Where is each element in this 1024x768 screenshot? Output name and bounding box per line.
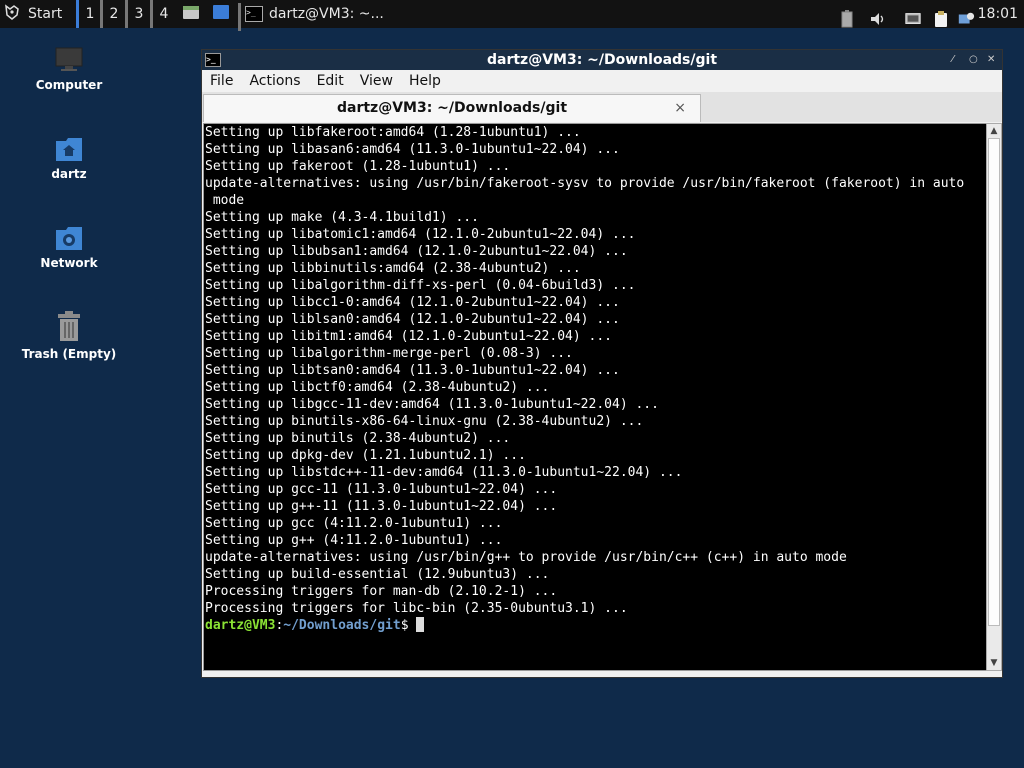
menu-view[interactable]: View: [352, 73, 401, 89]
file-manager-launcher[interactable]: [180, 0, 202, 28]
terminal-line: Setting up libctf0:amd64 (2.38-4ubuntu2)…: [205, 380, 550, 395]
prompt-line: dartz@VM3:~/Downloads/git$: [205, 617, 425, 633]
clock[interactable]: 18:01: [978, 0, 1018, 28]
terminal-line: Setting up libstdc++-11-dev:amd64 (11.3.…: [205, 465, 683, 480]
scroll-up-icon[interactable]: ▲: [987, 124, 1001, 138]
terminal-line: Setting up libatomic1:amd64 (12.1.0-2ubu…: [205, 227, 636, 242]
terminal-line: update-alternatives: using /usr/bin/fake…: [205, 176, 965, 191]
terminal-output[interactable]: Setting up libfakeroot:amd64 (1.28-1ubun…: [203, 123, 987, 671]
taskbar-separator: [238, 3, 241, 31]
terminal-line: Setting up libfakeroot:amd64 (1.28-1ubun…: [205, 125, 581, 140]
desktop-icon: [212, 4, 230, 24]
terminal-line: Setting up dpkg-dev (1.21.1ubuntu2.1) ..…: [205, 448, 526, 463]
desktop-icon-trash[interactable]: Trash (Empty): [14, 311, 124, 361]
tab-terminal[interactable]: dartz@VM3: ~/Downloads/git ×: [203, 94, 701, 122]
terminal-line: Setting up gcc-11 (11.3.0-1ubuntu1~22.04…: [205, 482, 558, 497]
minimize-icon[interactable]: ⁄: [952, 50, 954, 70]
terminal-window: >_ dartz@VM3: ~/Downloads/git ⁄ ○ ✕ File…: [201, 49, 1003, 678]
terminal-line: Processing triggers for man-db (2.10.2-1…: [205, 584, 558, 599]
menu-edit[interactable]: Edit: [309, 73, 352, 89]
prompt-symbol: $: [400, 618, 417, 633]
workspace-4[interactable]: 4: [150, 0, 175, 28]
terminal-line: Setting up libgcc-11-dev:amd64 (11.3.0-1…: [205, 397, 659, 412]
workspace-2[interactable]: 2: [100, 0, 125, 28]
desktop-icon-computer[interactable]: Computer: [14, 46, 124, 92]
home-folder-icon: [14, 135, 124, 163]
terminal-line: mode: [205, 193, 245, 208]
workspace-1[interactable]: 1: [76, 0, 101, 28]
terminal-line: update-alternatives: using /usr/bin/g++ …: [205, 550, 847, 565]
terminal-line: Setting up build-essential (12.9ubuntu3)…: [205, 567, 550, 582]
terminal-scrollbar[interactable]: ▲ ▼: [986, 123, 1002, 671]
text-cursor: [416, 617, 425, 632]
volume-icon[interactable]: [869, 5, 887, 33]
terminal-line: Setting up libasan6:amd64 (11.3.0-1ubunt…: [205, 142, 620, 157]
start-label: Start: [28, 6, 63, 22]
trash-icon: [14, 311, 124, 343]
terminal-line: Setting up gcc (4:11.2.0-1ubuntu1) ...: [205, 516, 503, 531]
terminal-icon: >_: [245, 6, 263, 22]
start-menu-icon: [2, 2, 22, 26]
update-notifier-icon[interactable]: [957, 5, 975, 33]
task-label: dartz@VM3: ~...: [269, 6, 384, 22]
scrollbar-thumb[interactable]: [988, 138, 1000, 626]
window-titlebar[interactable]: >_ dartz@VM3: ~/Downloads/git ⁄ ○ ✕: [202, 50, 1002, 70]
terminal-line: Setting up liblsan0:amd64 (12.1.0-2ubunt…: [205, 312, 620, 327]
terminal-line: Setting up g++-11 (11.3.0-1ubuntu1~22.04…: [205, 499, 558, 514]
terminal-line: Setting up libtsan0:amd64 (11.3.0-1ubunt…: [205, 363, 620, 378]
show-desktop-launcher[interactable]: [210, 0, 232, 28]
desktop-icon-label: Computer: [35, 78, 103, 92]
terminal-line: Setting up libubsan1:amd64 (12.1.0-2ubun…: [205, 244, 628, 259]
tab-title: dartz@VM3: ~/Downloads/git: [336, 100, 568, 116]
desktop-icon-label: dartz: [51, 167, 87, 181]
menubar: File Actions Edit View Help: [202, 70, 1002, 92]
battery-icon[interactable]: [840, 5, 858, 33]
window-terminal-icon: >_: [205, 53, 221, 67]
desktop-icon-network[interactable]: Network: [14, 224, 124, 270]
menu-help[interactable]: Help: [401, 73, 449, 89]
clipboard-icon[interactable]: [932, 5, 950, 33]
terminal-text: Setting up libfakeroot:amd64 (1.28-1ubun…: [204, 124, 986, 634]
computer-icon: [14, 46, 124, 74]
terminal-line: Processing triggers for libc-bin (2.35-0…: [205, 601, 628, 616]
desktop-icon-dartz[interactable]: dartz: [14, 135, 124, 181]
terminal-line: Setting up libcc1-0:amd64 (12.1.0-2ubunt…: [205, 295, 620, 310]
terminal-line: Setting up libalgorithm-merge-perl (0.08…: [205, 346, 573, 361]
tab-close-icon[interactable]: ×: [674, 95, 686, 122]
scroll-down-icon[interactable]: ▼: [987, 656, 1001, 670]
prompt-user: dartz@VM3: [205, 618, 276, 633]
terminal-line: Setting up binutils-x86-64-linux-gnu (2.…: [205, 414, 644, 429]
terminal-line: Setting up binutils (2.38-4ubuntu2) ...: [205, 431, 511, 446]
prompt-path: ~/Downloads/git: [283, 618, 401, 633]
desktop-icon-label: Network: [40, 256, 98, 270]
desktop-icon-label: Trash (Empty): [21, 347, 117, 361]
terminal-line: Setting up libalgorithm-diff-xs-perl (0.…: [205, 278, 636, 293]
tab-bar: dartz@VM3: ~/Downloads/git ×: [202, 92, 1002, 122]
terminal-line: Setting up libbinutils:amd64 (2.38-4ubun…: [205, 261, 581, 276]
start-button[interactable]: Start: [2, 0, 62, 28]
taskbar: Start 1 2 3 4 >_ dartz@VM3: ~... 18:01: [0, 0, 1024, 31]
terminal-line: Setting up libitm1:amd64 (12.1.0-2ubuntu…: [205, 329, 612, 344]
terminal-line: Setting up fakeroot (1.28-1ubuntu1) ...: [205, 159, 511, 174]
terminal-line: Setting up make (4.3-4.1build1) ...: [205, 210, 479, 225]
taskbar-terminal-task[interactable]: >_ dartz@VM3: ~...: [245, 0, 435, 28]
network-tray-icon[interactable]: [904, 5, 922, 33]
file-manager-icon: [182, 4, 200, 24]
menu-file[interactable]: File: [202, 73, 241, 89]
menu-actions[interactable]: Actions: [241, 73, 308, 89]
network-folder-icon: [14, 224, 124, 252]
workspace-3[interactable]: 3: [125, 0, 150, 28]
window-title: dartz@VM3: ~/Downloads/git: [486, 52, 718, 68]
maximize-icon[interactable]: ○: [969, 50, 978, 70]
terminal-line: Setting up g++ (4:11.2.0-1ubuntu1) ...: [205, 533, 503, 548]
close-icon[interactable]: ✕: [987, 50, 995, 70]
